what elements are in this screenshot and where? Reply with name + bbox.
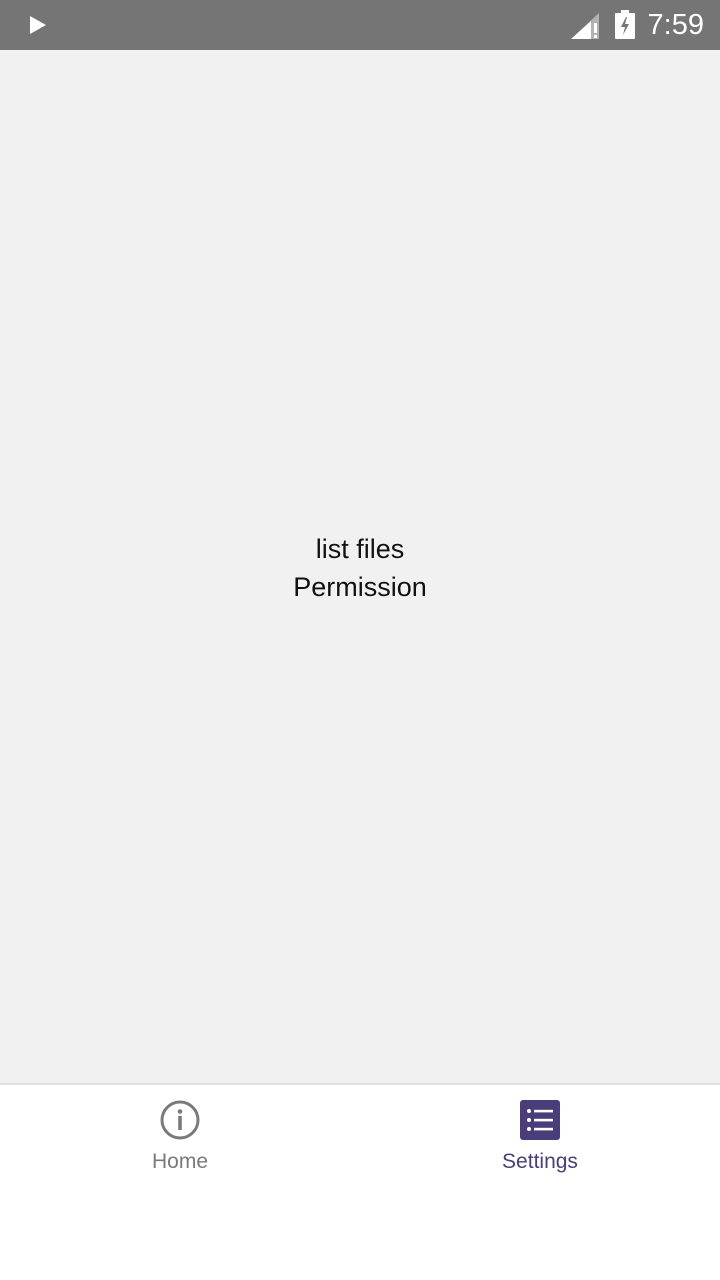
signal-icon bbox=[569, 11, 601, 46]
nav-home-label: Home bbox=[151, 1150, 209, 1173]
status-bar: 7:59 bbox=[0, 0, 720, 50]
nav-settings[interactable]: Settings bbox=[360, 1085, 720, 1195]
info-icon bbox=[159, 1099, 201, 1141]
message-line-permission: Permission bbox=[293, 572, 427, 602]
nav-settings-label: Settings bbox=[502, 1150, 578, 1173]
play-icon bbox=[28, 14, 48, 41]
list-icon bbox=[519, 1099, 561, 1141]
bottom-navigation: Home Settings bbox=[0, 1083, 720, 1280]
nav-home[interactable]: Home bbox=[0, 1085, 360, 1195]
status-time: 7:59 bbox=[647, 9, 704, 41]
message-line-list-files: list files bbox=[315, 534, 405, 564]
battery-charging-icon bbox=[614, 10, 636, 45]
message-text: list files Permission bbox=[0, 530, 720, 606]
main-content: list files Permission bbox=[0, 50, 720, 1083]
